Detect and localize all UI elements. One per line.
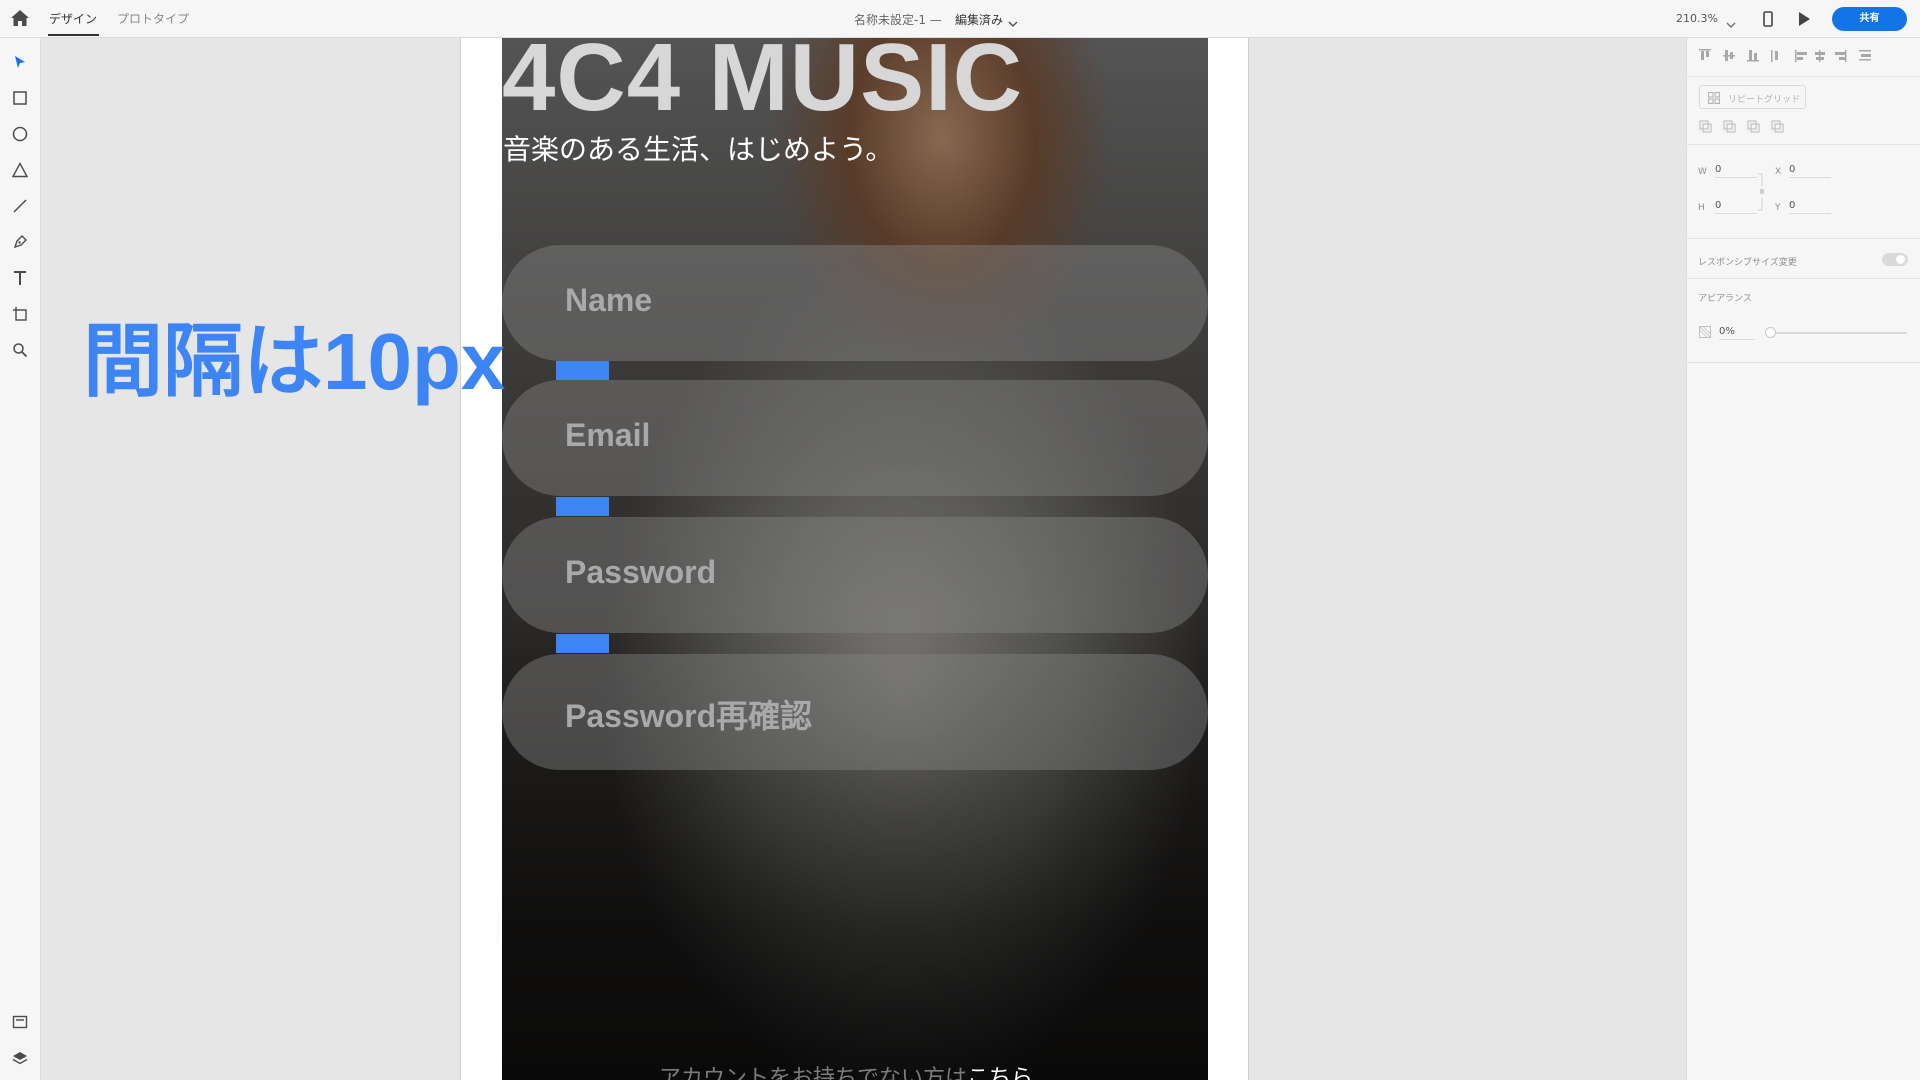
opacity-slider-thumb[interactable] xyxy=(1765,327,1776,338)
x-label: X xyxy=(1775,167,1782,177)
spacing-annotation: 間隔は10px xyxy=(83,317,506,406)
top-bar: デザイン プロトタイプ 名称未設定-1 — 編集済み 210.3% 共有 xyxy=(0,0,1920,38)
app-logo: 4C4 MUSIC xyxy=(502,38,1024,131)
signup-prompt: アカウントをお持ちでない方はこちら xyxy=(659,1060,1033,1080)
opacity-icon xyxy=(1699,326,1711,338)
align-icons[interactable] xyxy=(1699,48,1909,64)
signup-prompt-text: アカウントをお持ちでない方は xyxy=(659,1066,968,1080)
responsive-resize-label: レスポンシブサイズ変更 xyxy=(1698,258,1797,268)
tagline: 音楽のある生活、はじめよう。 xyxy=(503,133,894,166)
boolean-ops-icons[interactable] xyxy=(1699,120,1789,134)
password-field[interactable]: Password xyxy=(502,517,1208,633)
password-confirm-placeholder: Password再確認 xyxy=(565,698,813,734)
triangle-icon[interactable] xyxy=(10,160,30,180)
h-label: H xyxy=(1698,203,1705,213)
signup-link[interactable]: こちら xyxy=(967,1066,1033,1080)
width-input[interactable]: 0 xyxy=(1715,164,1757,178)
layers-icon[interactable] xyxy=(10,1048,30,1068)
pen-icon[interactable] xyxy=(10,232,30,252)
chevron-down-icon[interactable] xyxy=(1008,13,1018,32)
document-title: 名称未設定-1 — xyxy=(854,13,942,27)
assets-icon[interactable] xyxy=(10,1012,30,1032)
property-inspector: リピートグリッド W 0 X 0 H 0 Y 0 レスポンシブサイズ変更 アピア… xyxy=(1686,38,1920,1080)
canvas[interactable]: 4C4 MUSIC 音楽のある生活、はじめよう。 Name Email Pass… xyxy=(41,38,1686,1080)
y-label: Y xyxy=(1775,203,1781,213)
divider xyxy=(1687,238,1920,239)
home-icon[interactable] xyxy=(10,9,32,29)
artboard-icon[interactable] xyxy=(10,304,30,324)
y-input[interactable]: 0 xyxy=(1789,200,1831,214)
zoom-icon[interactable] xyxy=(10,340,30,360)
opacity-slider-track[interactable] xyxy=(1767,332,1907,334)
height-input[interactable]: 0 xyxy=(1715,200,1757,214)
select-icon[interactable] xyxy=(10,52,30,72)
password-placeholder: Password xyxy=(565,554,717,590)
name-placeholder: Name xyxy=(565,282,653,318)
email-field[interactable]: Email xyxy=(502,380,1208,496)
opacity-input[interactable]: 0% xyxy=(1719,326,1755,340)
x-input[interactable]: 0 xyxy=(1789,164,1831,178)
active-tab-indicator xyxy=(48,34,99,36)
zoom-level[interactable]: 210.3% xyxy=(1676,12,1718,25)
divider xyxy=(1687,278,1920,279)
tab-design[interactable]: デザイン xyxy=(49,10,97,27)
appearance-label: アピアランス xyxy=(1698,294,1752,304)
w-label: W xyxy=(1698,167,1707,177)
name-field[interactable]: Name xyxy=(502,245,1208,361)
left-toolbar xyxy=(0,38,41,1080)
device-preview-icon[interactable] xyxy=(1762,11,1774,31)
play-icon[interactable] xyxy=(1797,11,1811,31)
line-icon[interactable] xyxy=(10,196,30,216)
password-confirm-field[interactable]: Password再確認 xyxy=(502,654,1208,770)
divider xyxy=(1687,76,1920,77)
divider xyxy=(1687,144,1920,145)
responsive-resize-toggle[interactable] xyxy=(1882,253,1908,266)
rectangle-icon[interactable] xyxy=(10,88,30,108)
gap-marker xyxy=(556,634,609,653)
zoom-chevron-icon[interactable] xyxy=(1726,14,1736,33)
repeat-grid-label: リピートグリッド xyxy=(1728,95,1801,105)
repeat-grid-button[interactable]: リピートグリッド xyxy=(1699,85,1806,109)
document-status[interactable]: 編集済み xyxy=(955,11,1003,28)
ellipse-icon[interactable] xyxy=(10,124,30,144)
share-button[interactable]: 共有 xyxy=(1832,7,1907,31)
tab-prototype[interactable]: プロトタイプ xyxy=(117,10,189,27)
text-icon[interactable] xyxy=(10,268,30,288)
gap-marker xyxy=(556,497,609,516)
divider xyxy=(1687,362,1920,363)
gap-marker xyxy=(556,361,609,380)
repeat-grid-icon xyxy=(1708,92,1720,104)
email-placeholder: Email xyxy=(565,417,651,453)
lock-proportions-icon[interactable] xyxy=(1757,172,1765,212)
